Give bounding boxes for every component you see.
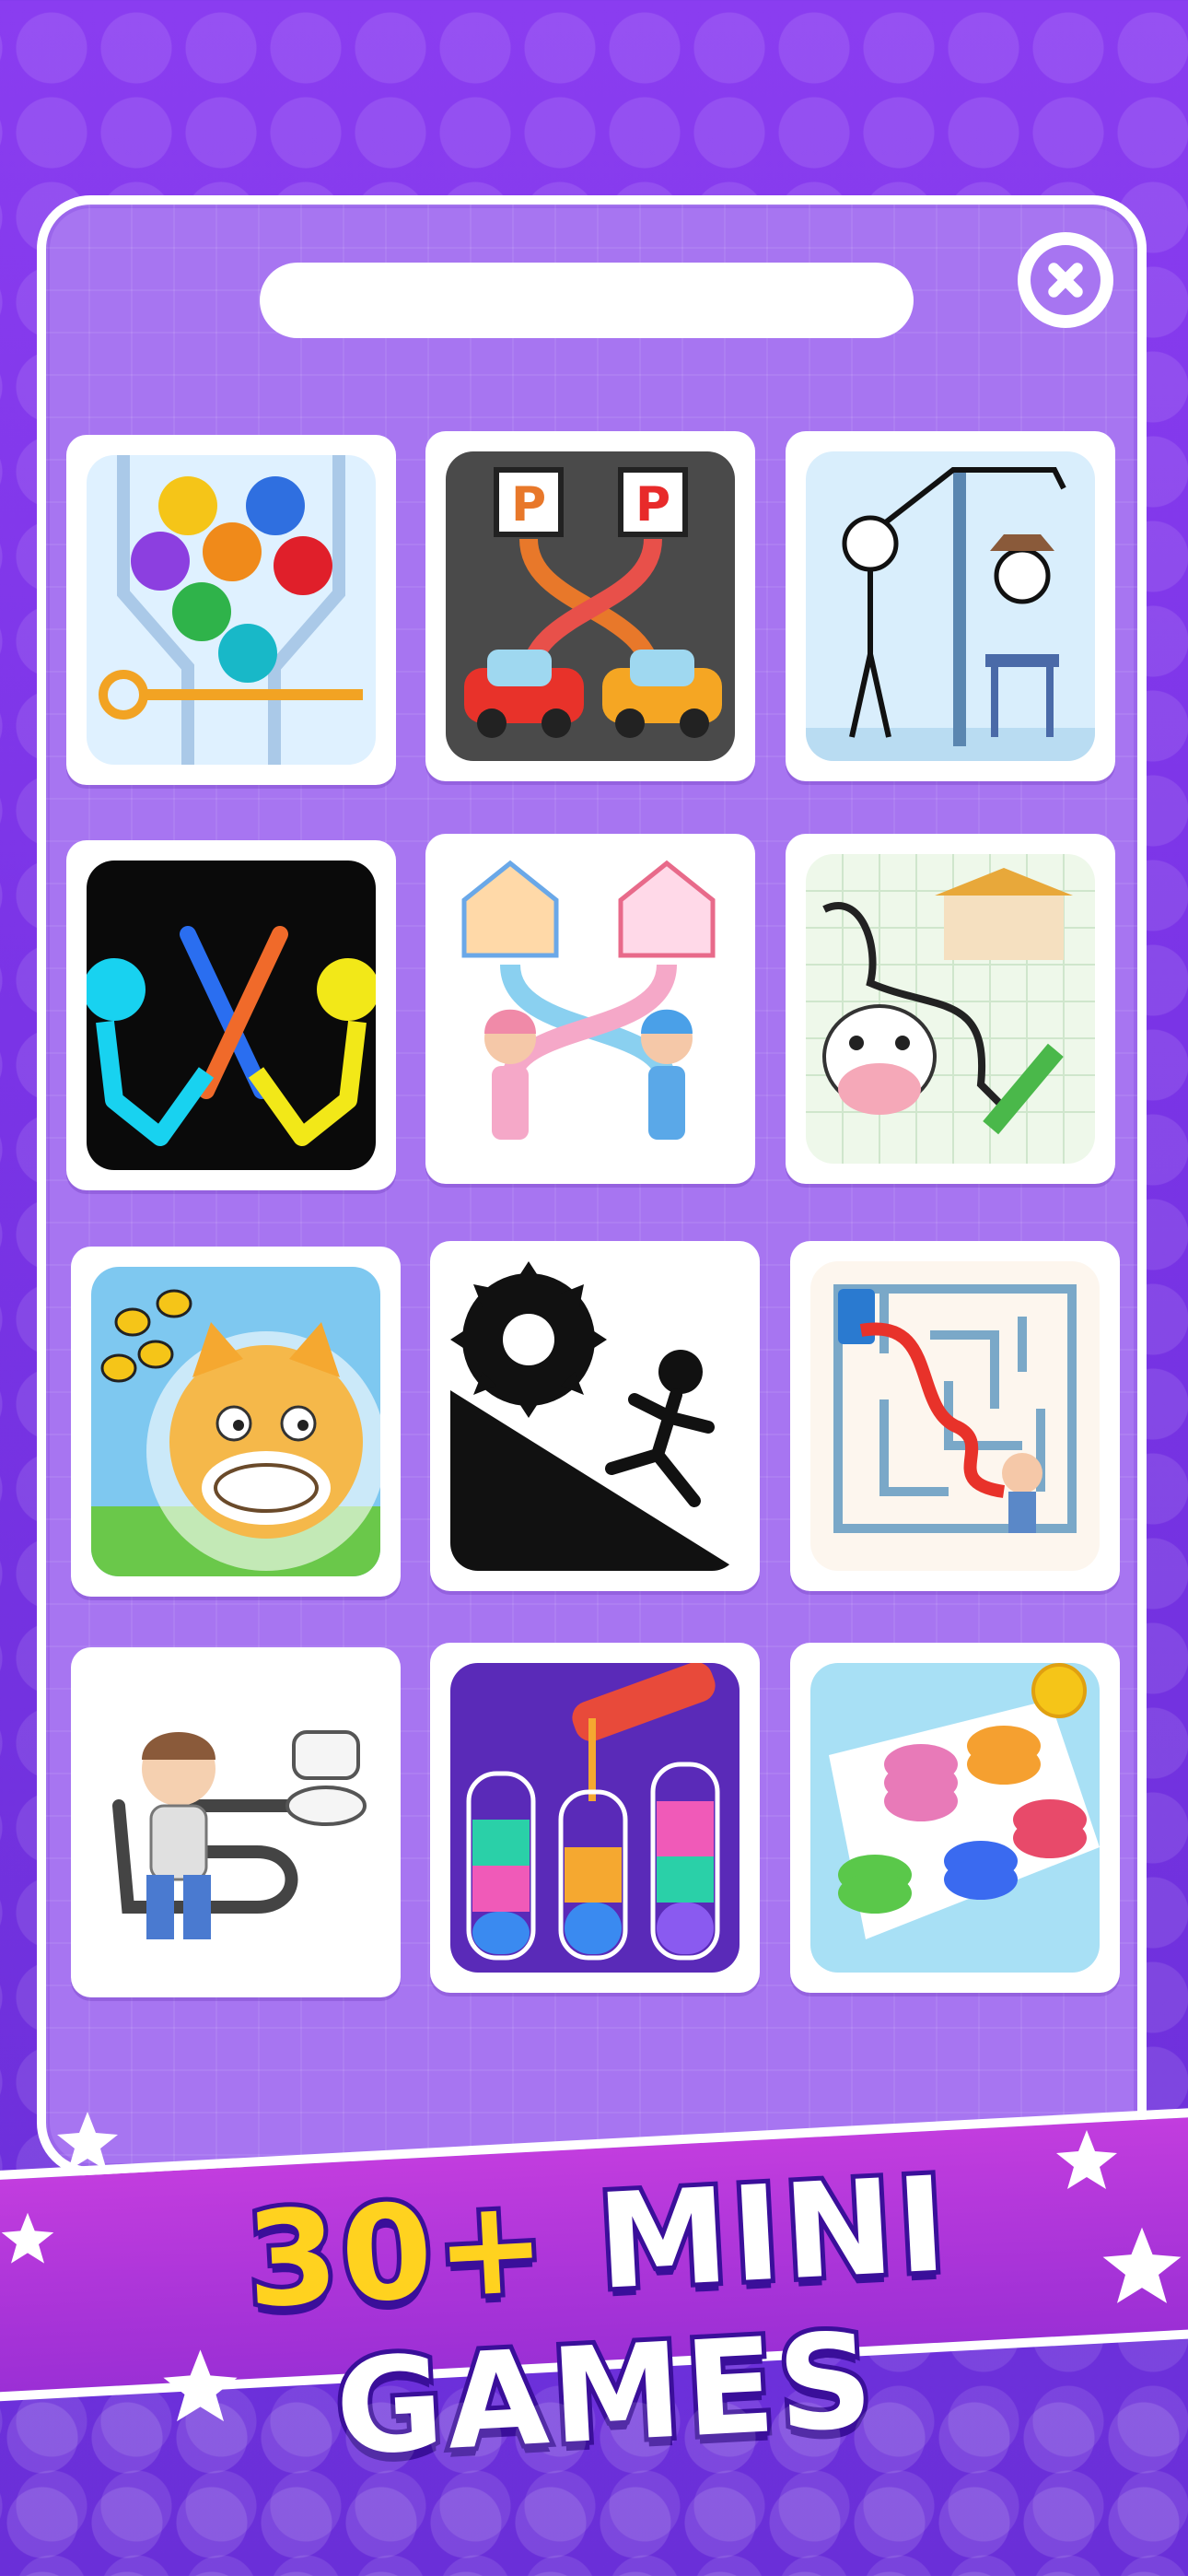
game-tile-toilet-rush[interactable]: [71, 1647, 401, 1997]
stickman-puzzle-game-icon: [806, 451, 1095, 761]
doge-bees-game-icon: [91, 1267, 380, 1576]
toilet-maze-game-icon: [810, 1261, 1100, 1571]
toilet-rush-draw-game-icon: [91, 1668, 380, 1977]
bottom-background-pattern: [0, 2395, 1188, 2576]
svg-text:P: P: [635, 477, 670, 533]
game-tile-love-path[interactable]: [425, 834, 755, 1184]
game-tile-water-sort[interactable]: [430, 1643, 760, 1993]
star-icon: [1102, 2227, 1182, 2303]
coin-sort-game-icon: [810, 1663, 1100, 1973]
game-tile-pin-pull[interactable]: [66, 435, 396, 785]
pin-pull-balls-game-icon: [87, 455, 376, 765]
star-icon: [1056, 2130, 1117, 2189]
search-input[interactable]: [260, 263, 914, 338]
banner-accent-count: 30+: [239, 2165, 558, 2342]
game-tile-doge-bees[interactable]: [71, 1247, 401, 1597]
water-sort-game-icon: [450, 1663, 740, 1973]
star-icon: [1, 2212, 54, 2264]
saw-escape-game-icon: [450, 1261, 740, 1571]
game-tile-coin-sort[interactable]: [790, 1643, 1120, 1993]
star-icon: [57, 2112, 118, 2171]
love-path-houses-game-icon: [446, 854, 735, 1164]
parking-cars-game-icon: P P: [446, 451, 735, 761]
game-tile-parking[interactable]: P P: [425, 431, 755, 781]
close-button[interactable]: [1018, 232, 1113, 328]
game-tile-sword-fight[interactable]: [66, 840, 396, 1190]
game-tile-draw-path[interactable]: [786, 834, 1115, 1184]
svg-text:P: P: [511, 477, 546, 533]
close-icon: [1031, 245, 1101, 315]
draw-path-cow-game-icon: [806, 854, 1095, 1164]
stickman-sword-fight-game-icon: [87, 861, 376, 1170]
game-tile-stickman[interactable]: [786, 431, 1115, 781]
game-tile-saw-escape[interactable]: [430, 1241, 760, 1591]
game-tile-toilet-maze[interactable]: [790, 1241, 1120, 1591]
